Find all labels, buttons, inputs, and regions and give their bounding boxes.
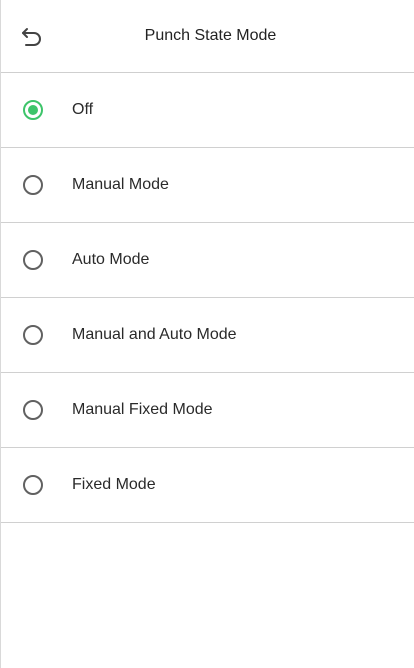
page-title: Punch State Mode — [144, 27, 277, 44]
radio-button[interactable] — [23, 400, 43, 420]
radio-button[interactable] — [23, 175, 43, 195]
option-fixed-mode[interactable]: Fixed Mode — [1, 448, 414, 523]
option-off[interactable]: Off — [1, 73, 414, 148]
option-auto-mode[interactable]: Auto Mode — [1, 223, 414, 298]
mode-option-list: Off Manual Mode Auto Mode Manual and Aut… — [1, 73, 414, 523]
option-label: Manual and Auto Mode — [72, 326, 237, 343]
header-bar: Punch State Mode — [1, 0, 414, 73]
radio-button[interactable] — [23, 325, 43, 345]
punch-state-mode-screen: Punch State Mode Off Manual Mode Auto Mo… — [0, 0, 414, 668]
option-label: Manual Fixed Mode — [72, 401, 213, 418]
option-manual-mode[interactable]: Manual Mode — [1, 148, 414, 223]
radio-button[interactable] — [23, 100, 43, 120]
radio-button[interactable] — [23, 475, 43, 495]
option-label: Off — [72, 101, 94, 118]
option-label: Fixed Mode — [72, 476, 156, 493]
option-manual-fixed-mode[interactable]: Manual Fixed Mode — [1, 373, 414, 448]
option-manual-and-auto-mode[interactable]: Manual and Auto Mode — [1, 298, 414, 373]
option-label: Manual Mode — [72, 176, 169, 193]
radio-button[interactable] — [23, 250, 43, 270]
option-label: Auto Mode — [72, 251, 150, 268]
